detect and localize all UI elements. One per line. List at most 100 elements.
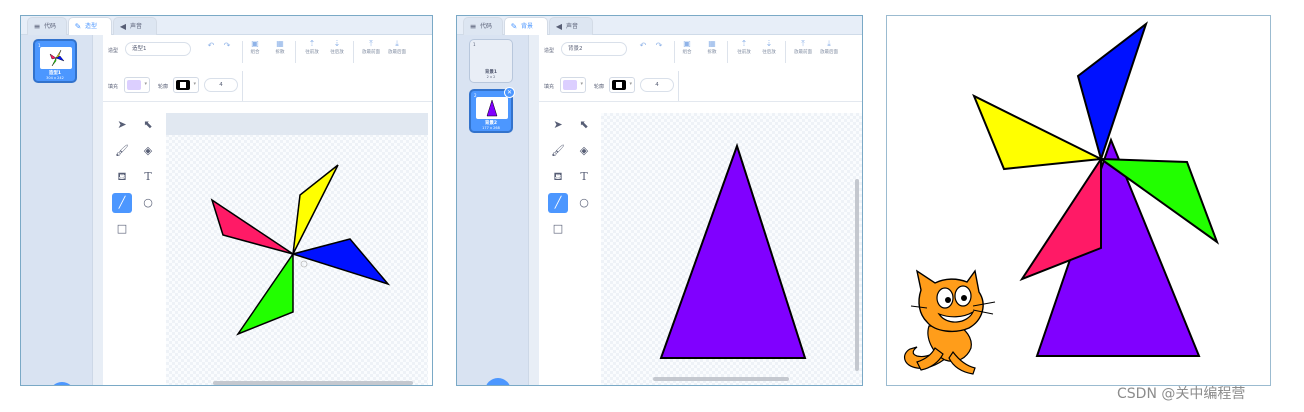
trash-icon: ✕ <box>506 89 513 96</box>
watermark: CSDN @关中编程营 <box>1117 386 1246 402</box>
group-button[interactable]: ▣ 组合 <box>243 39 267 55</box>
fill-swatch <box>563 80 577 90</box>
brush-tool[interactable]: 🖌 <box>112 141 132 161</box>
ungroup-button[interactable]: ▦ 拆散 <box>700 39 724 55</box>
backward-button[interactable]: ⇣ 往后放 <box>757 39 781 55</box>
outline-width-input[interactable]: 4 <box>640 78 674 92</box>
costume-thumbnail <box>40 47 72 69</box>
tab-code[interactable]: ≡ 代码 <box>27 17 67 35</box>
backdrop-name-input[interactable]: 背景2 <box>561 42 627 56</box>
purple-triangle <box>659 142 807 359</box>
costume-name-input[interactable]: 造型1 <box>125 42 191 56</box>
reshape-tool[interactable]: ⬉ <box>138 115 158 135</box>
back-icon: ⤓ <box>395 39 399 48</box>
redo-button[interactable]: ↷ <box>215 41 239 51</box>
eraser-icon: ◈ <box>143 144 153 157</box>
fill-color-picker[interactable]: ▾ <box>124 77 150 93</box>
back-button[interactable]: ⤓ 放最后面 <box>817 39 841 55</box>
toolbar-divider <box>785 41 786 63</box>
circle-tool[interactable]: ○ <box>138 193 158 213</box>
fill-tool[interactable]: ⛾ <box>112 167 132 187</box>
rectangle-tool[interactable]: □ <box>548 219 568 239</box>
tab-sounds[interactable]: ◀ 声音 <box>549 17 593 35</box>
tab-sounds[interactable]: ◀ 声音 <box>113 17 157 35</box>
canvas-horizontal-scrollbar[interactable] <box>653 377 789 381</box>
reshape-tool[interactable]: ⬉ <box>574 115 594 135</box>
paint-editor: 造型 背景2 ↶ ↷ ▣ 组合 ▦ 拆散 ⇡ 往前放 ⇣ 往后放 ⤒ 放最前面 ⤓ 放最后面… <box>539 35 862 385</box>
forward-button[interactable]: ⇡ 往前放 <box>300 39 324 55</box>
group-icon: ▣ <box>251 39 259 48</box>
ungroup-icon: ▦ <box>276 39 284 48</box>
canvas-vertical-scrollbar[interactable] <box>855 179 859 371</box>
text-icon: T <box>580 170 588 183</box>
front-button[interactable]: ⤒ 放最前面 <box>791 39 815 55</box>
delete-backdrop-button[interactable]: ✕ <box>504 87 515 98</box>
eraser-tool[interactable]: ◈ <box>138 141 158 161</box>
rectangle-tool[interactable]: □ <box>112 219 132 239</box>
text-tool[interactable]: T <box>574 167 594 187</box>
brush-tool[interactable]: 🖌 <box>548 141 568 161</box>
chevron-down-icon: ▾ <box>193 81 196 87</box>
speaker-icon: ◀ <box>555 22 563 31</box>
forward-button[interactable]: ⇡ 往前放 <box>732 39 756 55</box>
tab-backdrops[interactable]: ✎ 背景 <box>504 17 548 35</box>
drawing-canvas[interactable] <box>601 113 862 385</box>
fill-swatch <box>127 80 141 90</box>
blue-blade <box>290 238 391 286</box>
fill-color-picker[interactable]: ▾ <box>560 77 586 93</box>
line-icon: ╱ <box>118 196 126 209</box>
tab-code[interactable]: ≡ 代码 <box>463 17 503 35</box>
costume-list-scrollbar[interactable] <box>93 35 103 385</box>
eraser-tool[interactable]: ◈ <box>574 141 594 161</box>
triangle-drawing <box>659 142 807 359</box>
text-tool[interactable]: T <box>138 167 158 187</box>
reshape-icon: ⬉ <box>579 118 589 131</box>
backward-button[interactable]: ⇣ 往后放 <box>325 39 349 55</box>
chevron-down-icon: ▾ <box>580 81 583 87</box>
tab-costumes[interactable]: ✎ 造型 <box>68 17 112 35</box>
center-marker <box>300 260 308 268</box>
backdrop-list: 1 背景1 2 x 2 2 背景2 177 x 268 ✕ <box>457 35 529 385</box>
outline-color-picker[interactable]: ▾ <box>609 77 635 93</box>
front-button[interactable]: ⤒ 放最前面 <box>359 39 383 55</box>
outline-color-picker[interactable]: ▾ <box>173 77 199 93</box>
toolbar-divider <box>242 71 243 101</box>
fill-tool[interactable]: ⛾ <box>548 167 568 187</box>
select-tool[interactable]: ➤ <box>112 115 132 135</box>
outline-width-input[interactable]: 4 <box>204 78 238 92</box>
backdrop-card-2[interactable]: 2 背景2 177 x 268 ✕ <box>469 87 515 133</box>
ungroup-button[interactable]: ▦ 拆散 <box>268 39 292 55</box>
drawing-canvas[interactable] <box>166 113 428 385</box>
line-icon: ╱ <box>554 196 562 209</box>
arrow-icon: ➤ <box>553 118 563 131</box>
costume-card-1[interactable]: 1 造型1 304 x 242 <box>33 39 77 83</box>
line-tool[interactable]: ╱ <box>112 193 132 213</box>
select-tool[interactable]: ➤ <box>548 115 568 135</box>
outline-swatch <box>176 80 190 90</box>
backdrop-card-1[interactable]: 1 背景1 2 x 2 <box>469 39 513 83</box>
group-button[interactable]: ▣ 组合 <box>675 39 699 55</box>
pinwheel-drawing <box>210 164 391 336</box>
backdrop-editor-panel: ≡ 代码 ✎ 背景 ◀ 声音 1 背景1 2 x 2 2 背景2 177 x 268 … <box>456 15 863 386</box>
back-icon: ⤓ <box>827 39 831 48</box>
stage-view[interactable] <box>886 15 1271 386</box>
circle-tool[interactable]: ○ <box>574 193 594 213</box>
back-button[interactable]: ⤓ 放最后面 <box>385 39 409 55</box>
toolbar-divider <box>678 71 679 101</box>
backdrop-list-scrollbar[interactable] <box>529 35 539 385</box>
forward-icon: ⇡ <box>740 39 748 48</box>
circle-icon: ○ <box>579 196 589 209</box>
arrow-icon: ➤ <box>117 118 127 131</box>
redo-icon: ↷ <box>223 41 231 50</box>
outline-swatch <box>612 80 626 90</box>
toolbar-divider <box>295 41 296 63</box>
circle-icon: ○ <box>143 196 153 209</box>
line-tool[interactable]: ╱ <box>548 193 568 213</box>
forward-icon: ⇡ <box>308 39 316 48</box>
pink-blade <box>210 198 294 255</box>
backdrop-thumbnail <box>476 97 508 119</box>
canvas-horizontal-scrollbar[interactable] <box>213 381 413 385</box>
redo-icon: ↷ <box>655 41 663 50</box>
redo-button[interactable]: ↷ <box>647 41 671 51</box>
backward-icon: ⇣ <box>333 39 341 48</box>
